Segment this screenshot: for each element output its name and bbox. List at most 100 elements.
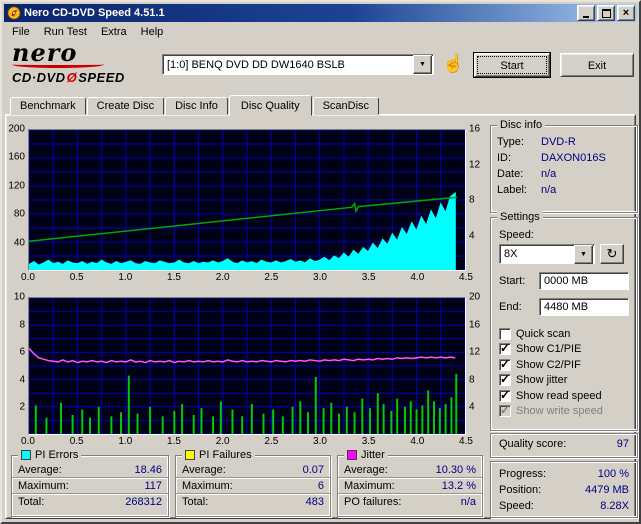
stat-label: Maximum: xyxy=(182,479,233,492)
axis-tick-label: 3.5 xyxy=(361,436,376,447)
nero-logo-product: CD·DVDØSPEED xyxy=(12,70,162,85)
drive-select[interactable]: [1:0] BENQ DVD DD DW1640 BSLB ▼ xyxy=(162,54,434,75)
menubar: File Run Test Extra Help xyxy=(4,22,637,41)
tab-disc-info[interactable]: Disc Info xyxy=(165,97,228,115)
refresh-speed-button[interactable]: ↻ xyxy=(600,244,624,264)
checkbox-show-c2-pif[interactable]: Show C2/PIF xyxy=(491,357,637,373)
minimize-button[interactable] xyxy=(577,5,595,21)
stat-label: PO failures: xyxy=(344,495,402,508)
refresh-icon: ↻ xyxy=(606,246,618,261)
start-button[interactable]: Start xyxy=(473,52,551,78)
speed-label: Speed: xyxy=(499,229,534,241)
jitter-stats-title: Jitter xyxy=(361,449,385,461)
pi-errors-x-axis: 0.0 0.5 1.0 1.5 2.0 2.5 3.0 3.5 4.0 4.5 xyxy=(21,271,473,285)
axis-tick-label: 16 xyxy=(469,319,481,331)
disc-label-label: Label: xyxy=(497,184,527,196)
speed-select[interactable]: 8X ▼ xyxy=(499,244,595,264)
checkbox-label: Show C2/PIF xyxy=(516,358,581,371)
checkbox-icon xyxy=(499,357,511,371)
end-position-label: End: xyxy=(499,301,522,313)
stat-label: Maximum: xyxy=(344,479,395,492)
chevron-down-icon: ▼ xyxy=(580,250,587,258)
menu-extra[interactable]: Extra xyxy=(94,24,134,40)
tab-create-disc[interactable]: Create Disc xyxy=(86,97,165,115)
disc-id-label: ID: xyxy=(497,152,512,164)
pi-failures-plot xyxy=(28,297,466,435)
stat-value: 483 xyxy=(305,495,324,508)
checkbox-quick-scan[interactable]: Quick scan xyxy=(491,326,637,342)
progress-value: 100 % xyxy=(597,468,629,480)
disc-type-label: Type: xyxy=(497,136,524,148)
disc-date-label: Date: xyxy=(497,168,524,180)
axis-tick-label: 10 xyxy=(13,291,25,303)
axis-tick-label: 2.0 xyxy=(215,436,230,447)
stat-row: Average: 0.07 xyxy=(176,462,330,478)
close-icon: × xyxy=(622,6,630,19)
axis-tick-label: 4 xyxy=(19,374,25,386)
disc-date-value: n/a xyxy=(541,168,557,180)
tab-disc-quality[interactable]: Disc Quality xyxy=(228,95,312,116)
checkbox-show-jitter[interactable]: Show jitter xyxy=(491,372,637,389)
disc-type-value: DVD-R xyxy=(541,136,576,148)
checkbox-icon xyxy=(499,327,511,340)
stat-label: Average: xyxy=(18,463,62,476)
disc-id-value: DAXON016S xyxy=(541,152,606,164)
axis-tick-label: 3.0 xyxy=(313,272,327,283)
tab-benchmark[interactable]: Benchmark xyxy=(10,97,86,115)
maximize-button[interactable] xyxy=(597,5,615,21)
pi-errors-left-axis: 200 160 120 80 40 xyxy=(8,124,28,271)
checkbox-label: Quick scan xyxy=(516,327,571,340)
axis-tick-label: 0.0 xyxy=(21,272,35,283)
jitter-left-axis: 10 8 6 4 2 xyxy=(8,292,28,435)
checkbox-show-c1-pie[interactable]: Show C1/PIE xyxy=(491,341,637,358)
logo-product-left: CD·DVD xyxy=(12,70,66,85)
logo-slash-icon: Ø xyxy=(66,70,78,85)
start-position-field[interactable]: 0000 MB xyxy=(539,272,629,290)
axis-tick-label: 200 xyxy=(8,123,25,135)
tab-scandisc[interactable]: ScanDisc xyxy=(312,97,380,115)
stat-label: Average: xyxy=(182,463,226,476)
progress-row: Position: 4479 MB xyxy=(491,482,637,498)
axis-tick-label: 0.0 xyxy=(21,436,35,447)
stat-label: Total: xyxy=(182,495,209,508)
stat-value: 18.46 xyxy=(134,463,162,476)
speed-select-dropdown-button[interactable]: ▼ xyxy=(574,244,593,264)
axis-tick-label: 2 xyxy=(19,401,25,413)
axis-tick-label: 4.5 xyxy=(459,436,473,447)
pi-errors-swatch-icon xyxy=(21,450,31,460)
axis-tick-label: 4.5 xyxy=(459,272,473,283)
start-position-label: Start: xyxy=(499,275,526,287)
position-value: 4479 MB xyxy=(584,484,629,496)
titlebar[interactable]: Nero CD-DVD Speed 4.51.1 × xyxy=(4,4,637,22)
stat-row: Maximum: 13.2 % xyxy=(338,478,482,494)
progress-row: Speed: 8.28X xyxy=(491,498,637,514)
menu-help[interactable]: Help xyxy=(134,24,171,40)
progress-label: Progress: xyxy=(499,468,547,480)
axis-tick-label: 2.5 xyxy=(264,272,279,283)
pi-failures-stats-group: PI Failures Average: 0.07 Maximum: 6 Total… xyxy=(175,449,331,517)
settings-title: Settings xyxy=(500,211,540,223)
jitter-stats-group: Jitter Average: 10.30 % Maximum: 13.2 % PO… xyxy=(337,449,483,517)
disc-info-group: Disc info Type: DVD-R ID: DAXON016S Date: n… xyxy=(490,119,638,213)
drive-select-dropdown-button[interactable]: ▼ xyxy=(413,55,432,74)
stat-value: n/a xyxy=(460,495,476,508)
axis-tick-label: 3.5 xyxy=(361,272,376,283)
pi-failures-x-axis: 0.0 0.5 1.0 1.5 2.0 2.5 3.0 3.5 4.0 4.5 xyxy=(21,435,473,449)
disc-info-row: Date: n/a xyxy=(491,166,637,182)
checkbox-show-read-speed[interactable]: Show read speed xyxy=(491,388,637,404)
quality-score-label: Quality score: xyxy=(499,438,567,450)
settings-group: Settings Speed: 8X ▼ ↻ Start: 0000 MB En… xyxy=(490,211,638,431)
exit-button[interactable]: Exit xyxy=(560,53,634,77)
axis-tick-label: 1.5 xyxy=(167,436,181,447)
disc-label-value: n/a xyxy=(541,184,557,196)
stat-label: Total: xyxy=(18,495,45,508)
checkbox-label: Show read speed xyxy=(516,389,602,402)
checkbox-show-write-speed: Show write speed xyxy=(491,403,637,420)
axis-tick-label: 8 xyxy=(469,194,475,206)
close-button[interactable]: × xyxy=(617,5,635,21)
end-position-field[interactable]: 4480 MB xyxy=(539,298,629,316)
stat-value: 268312 xyxy=(125,495,162,508)
checkbox-icon xyxy=(499,403,511,418)
axis-tick-label: 20 xyxy=(469,291,481,303)
disc-info-row: ID: DAXON016S xyxy=(491,150,637,166)
